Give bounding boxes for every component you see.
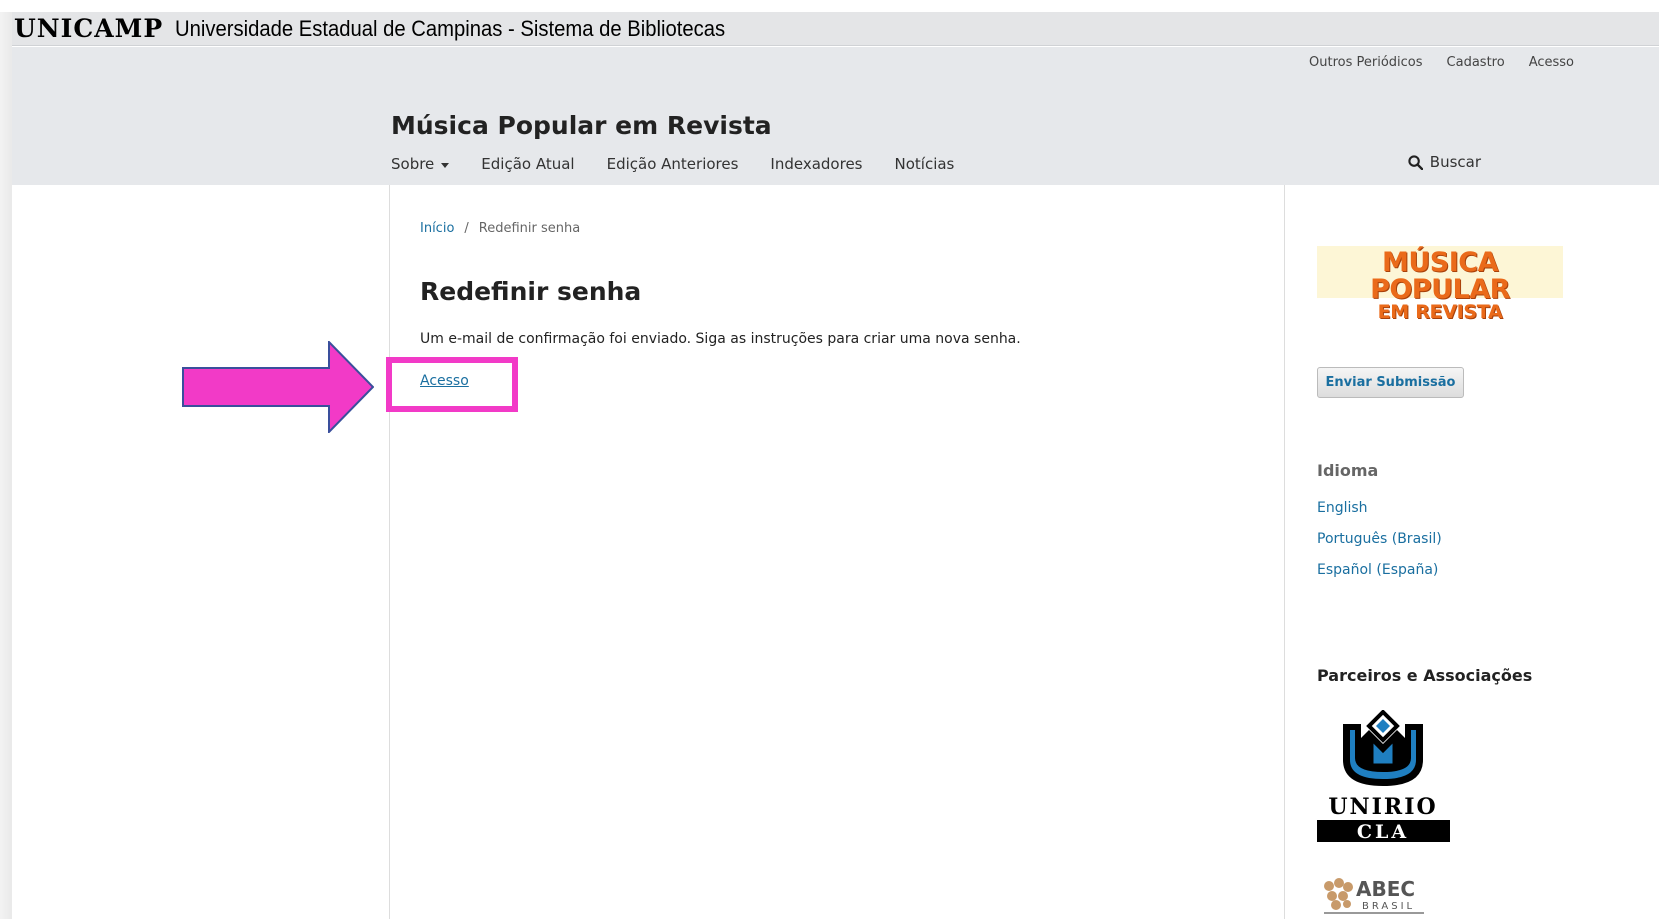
language-list: English Português (Brasil) Español (Espa… — [1317, 499, 1442, 579]
search-button[interactable]: Buscar — [1408, 153, 1481, 171]
user-nav: Outros Periódicos Cadastro Acesso — [1309, 55, 1574, 70]
breadcrumb-current: Redefinir senha — [478, 221, 581, 236]
svg-text:CLA: CLA — [1357, 821, 1409, 842]
partners-block-title: Parceiros e Associações — [1317, 666, 1533, 685]
nav-news[interactable]: Notícias — [895, 155, 955, 173]
user-nav-login[interactable]: Acesso — [1529, 55, 1574, 70]
language-portuguese[interactable]: Português (Brasil) — [1317, 530, 1442, 548]
nav-about[interactable]: Sobre — [391, 155, 450, 173]
journal-logo[interactable]: MÚSICA POPULAR EM REVISTA — [1317, 246, 1563, 322]
nav-about-label: Sobre — [391, 155, 435, 173]
confirmation-message: Um e-mail de confirmação foi enviado. Si… — [420, 331, 1021, 347]
banner-text: Universidade Estadual de Campinas - Sist… — [175, 15, 726, 41]
window-edge — [0, 0, 12, 919]
chevron-down-icon — [441, 162, 450, 168]
abec-logo[interactable]: ABEC BRASIL — [1322, 874, 1432, 916]
main-nav: Sobre Edição Atual Edição Anteriores Ind… — [391, 155, 954, 173]
search-label: Buscar — [1429, 153, 1481, 171]
journal-logo-line2: EM REVISTA — [1377, 301, 1503, 323]
pointer-arrow-icon — [182, 341, 374, 433]
svg-text:ABEC: ABEC — [1356, 877, 1415, 901]
search-icon — [1408, 154, 1423, 170]
user-nav-other-journals[interactable]: Outros Periódicos — [1309, 55, 1423, 70]
nav-indexers[interactable]: Indexadores — [770, 155, 862, 173]
nav-current-issue[interactable]: Edição Atual — [481, 155, 574, 173]
site-title[interactable]: Música Popular em Revista — [391, 111, 772, 140]
content-divider-left — [389, 185, 390, 919]
unicamp-logo[interactable]: UNICAMP — [14, 14, 163, 43]
window-top-edge — [0, 0, 1659, 12]
user-nav-register[interactable]: Cadastro — [1447, 55, 1505, 70]
breadcrumb-home[interactable]: Início — [420, 221, 454, 236]
breadcrumb-separator: / — [464, 221, 469, 236]
svg-text:UNIRIO: UNIRIO — [1328, 794, 1437, 820]
unirio-logo[interactable]: UNIRIO CLA — [1317, 710, 1450, 842]
language-english[interactable]: English — [1317, 499, 1442, 517]
svg-text:BRASIL: BRASIL — [1362, 901, 1415, 912]
highlight-box — [386, 357, 518, 412]
language-block-title: Idioma — [1317, 461, 1379, 480]
content-divider-right — [1284, 185, 1285, 919]
site-header: Outros Periódicos Cadastro Acesso Música… — [12, 47, 1659, 185]
page-title: Redefinir senha — [420, 277, 642, 306]
journal-logo-line1: MÚSICA POPULAR — [1370, 247, 1510, 305]
breadcrumb: Início / Redefinir senha — [420, 221, 580, 236]
submit-button[interactable]: Enviar Submissão — [1317, 367, 1464, 398]
unicamp-banner: UNICAMP Universidade Estadual de Campina… — [12, 12, 1659, 46]
language-spanish[interactable]: Español (España) — [1317, 561, 1442, 579]
nav-archives[interactable]: Edição Anteriores — [607, 155, 739, 173]
